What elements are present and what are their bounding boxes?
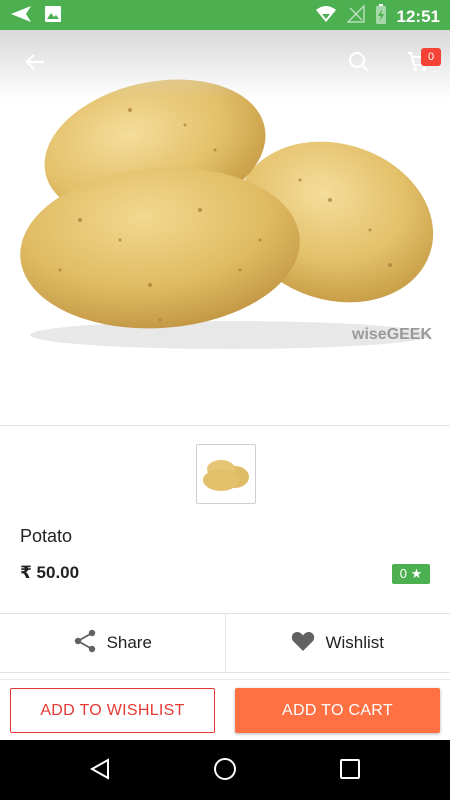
status-time: 12:51 <box>396 6 440 26</box>
search-button[interactable] <box>343 48 375 80</box>
bottom-action-bar: ADD TO WISHLIST ADD TO CART <box>0 679 450 740</box>
search-icon <box>348 51 370 78</box>
cart-count-badge: 0 <box>421 48 441 66</box>
product-thumbnail[interactable] <box>196 444 256 504</box>
potato-thumbnail-image <box>203 460 249 491</box>
battery-icon <box>375 4 387 29</box>
back-arrow-icon <box>24 51 46 78</box>
signal-icon <box>345 4 365 28</box>
product-image: wiseGEEK <box>0 30 450 425</box>
wishlist-button[interactable]: Wishlist <box>224 614 450 672</box>
add-to-wishlist-button[interactable]: ADD TO WISHLIST <box>10 688 215 733</box>
nav-recents-button[interactable] <box>335 756 365 786</box>
product-price: ₹ 50.00 <box>20 563 80 582</box>
divider <box>0 425 450 426</box>
image-icon <box>44 5 62 28</box>
status-bar: 12:51 <box>0 0 450 30</box>
nav-back-button[interactable] <box>85 756 115 786</box>
add-to-cart-button[interactable]: ADD TO CART <box>235 688 440 733</box>
nav-home-icon <box>213 757 237 786</box>
share-label: Share <box>106 633 152 652</box>
image-watermark: wiseGEEK <box>352 326 433 343</box>
wifi-icon <box>315 5 337 28</box>
heart-icon <box>291 630 315 657</box>
send-icon <box>10 5 32 28</box>
product-name: Potato <box>20 526 73 546</box>
toolbar-scrim <box>0 30 450 100</box>
navigation-bar <box>0 740 450 800</box>
nav-recents-icon <box>340 758 360 784</box>
wishlist-label: Wishlist <box>325 633 385 652</box>
back-button[interactable] <box>19 48 51 80</box>
nav-home-button[interactable] <box>210 756 240 786</box>
rating-badge: 0 ★ <box>392 564 430 584</box>
share-button[interactable]: Share <box>0 614 225 672</box>
share-icon <box>73 629 97 658</box>
action-row: Share Wishlist <box>0 613 450 673</box>
nav-back-icon <box>89 757 111 785</box>
